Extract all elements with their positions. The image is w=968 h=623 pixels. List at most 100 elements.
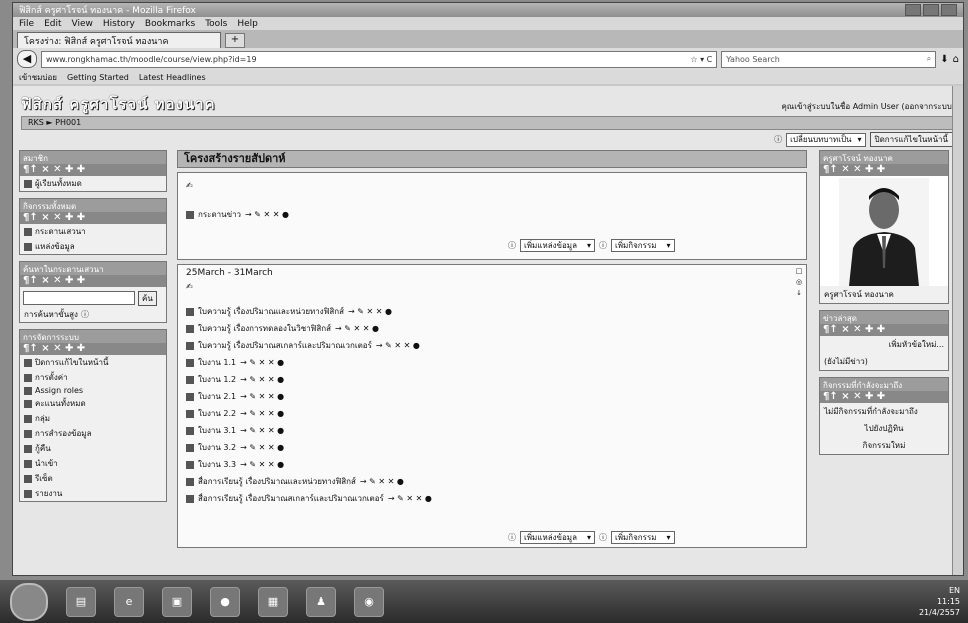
week-summary-edit[interactable]: ✍: [178, 280, 806, 293]
hide-section-icon[interactable]: ◎: [796, 278, 802, 286]
menu-history[interactable]: History: [103, 19, 135, 29]
list-item[interactable]: รีเซ็ต: [20, 471, 166, 486]
list-item-label[interactable]: ใบงาน 1.1: [198, 356, 236, 369]
block-edit-icons[interactable]: ¶↑ × ✕ ✚ ✚: [20, 275, 166, 287]
list-item-label[interactable]: ใบงาน 3.2: [198, 441, 236, 454]
menu-bookmarks[interactable]: Bookmarks: [145, 19, 195, 29]
help-icon[interactable]: ⓘ: [508, 240, 516, 251]
list-item[interactable]: ใบความรู้ เรื่องการทดลองในวิชาฟิสิกส์ → ✎…: [178, 320, 806, 337]
list-item[interactable]: กระดานเสวนา: [20, 224, 166, 239]
list-item-label[interactable]: ใบงาน 2.1: [198, 390, 236, 403]
list-item[interactable]: กระดานข่าว → ✎ ✕ ✕ ●: [178, 206, 806, 223]
home-icon[interactable]: ⌂: [953, 54, 959, 65]
list-item[interactable]: รายงาน: [20, 486, 166, 501]
list-item-label[interactable]: ใบงาน 3.1: [198, 424, 236, 437]
download-icon[interactable]: ⬇: [940, 54, 948, 65]
bookmark-latest-headlines[interactable]: Latest Headlines: [139, 73, 206, 82]
item-actions-icon[interactable]: → ✎ ✕ ✕ ●: [240, 409, 284, 418]
bookmark-most-visited[interactable]: เข้าชมบ่อย: [19, 71, 57, 84]
item-actions-icon[interactable]: → ✎ ✕ ✕ ●: [240, 392, 284, 401]
block-edit-icons[interactable]: ¶↑ × ✕ ✚ ✚: [20, 212, 166, 224]
language-indicator[interactable]: EN: [949, 586, 960, 595]
item-actions-icon[interactable]: → ✎ ✕ ✕ ●: [348, 307, 392, 316]
list-item[interactable]: ใบงาน 1.1 → ✎ ✕ ✕ ●: [178, 354, 806, 371]
item-actions-icon[interactable]: → ✎ ✕ ✕ ●: [335, 324, 379, 333]
list-item-label[interactable]: ใบงาน 1.2: [198, 373, 236, 386]
list-item-label[interactable]: ใบความรู้ เรื่องการทดลองในวิชาฟิสิกส์: [198, 322, 331, 335]
item-actions-icon[interactable]: → ✎ ✕ ✕ ●: [240, 443, 284, 452]
menu-help[interactable]: Help: [237, 19, 258, 29]
list-item-label[interactable]: กระดานข่าว: [198, 208, 241, 221]
new-event-link[interactable]: กิจกรรมใหม่: [820, 437, 948, 454]
list-item-label[interactable]: สื่อการเรียนรู้ เรื่องปริมาณสเกลาร์และปร…: [198, 492, 384, 505]
item-actions-icon[interactable]: → ✎ ✕ ✕ ●: [360, 477, 404, 486]
search-icon[interactable]: ⌕: [927, 54, 931, 64]
list-item[interactable]: ใบงาน 2.1 → ✎ ✕ ✕ ●: [178, 388, 806, 405]
close-button[interactable]: [941, 4, 957, 16]
edit-summary-icon[interactable]: ✍: [186, 181, 193, 190]
menu-tools[interactable]: Tools: [205, 19, 227, 29]
app-icon[interactable]: ▦: [258, 586, 288, 617]
page-scrollbar[interactable]: [952, 86, 963, 575]
role-select[interactable]: เปลี่ยนบทบาทเป็น ▾: [786, 132, 866, 147]
clock-time[interactable]: 11:15: [937, 597, 960, 606]
add-topic-link[interactable]: เพิ่มหัวข้อใหม่...: [820, 336, 948, 353]
bookmark-getting-started[interactable]: Getting Started: [67, 73, 129, 82]
list-item[interactable]: ใบงาน 3.2 → ✎ ✕ ✕ ●: [178, 439, 806, 456]
edit-page-button[interactable]: ปิดการแก้ไขในหน้านี้: [869, 132, 953, 147]
item-actions-icon[interactable]: → ✎ ✕ ✕ ●: [240, 426, 284, 435]
media-icon[interactable]: ▣: [162, 586, 192, 617]
list-item[interactable]: การตั้งค่า: [20, 370, 166, 385]
internet-explorer-icon[interactable]: e: [114, 586, 144, 617]
list-item-label[interactable]: สื่อการเรียนรู้ เรื่องปริมาณและหน่วยทางฟ…: [198, 475, 356, 488]
forum-search-input[interactable]: [23, 291, 135, 305]
list-item-label[interactable]: ใบงาน 2.2: [198, 407, 236, 420]
help-icon[interactable]: ⓘ: [599, 532, 607, 543]
list-item[interactable]: การสำรองข้อมูล: [20, 426, 166, 441]
item-actions-icon[interactable]: → ✎ ✕ ✕ ●: [240, 358, 284, 367]
list-item[interactable]: ใบความรู้ เรื่องปริมาณและหน่วยทางฟิสิกส์…: [178, 303, 806, 320]
add-resource-select[interactable]: เพิ่มแหล่งข้อมูล ▾: [520, 239, 595, 252]
add-resource-select[interactable]: เพิ่มแหล่งข้อมูล ▾: [520, 531, 595, 544]
list-item[interactable]: สื่อการเรียนรู้ เรื่องปริมาณและหน่วยทางฟ…: [178, 473, 806, 490]
help-icon[interactable]: ⓘ: [599, 240, 607, 251]
highlight-icon[interactable]: □: [796, 267, 803, 275]
menu-file[interactable]: File: [19, 19, 34, 29]
url-bar[interactable]: www.rongkhamac.th/moodle/course/view.php…: [41, 50, 718, 68]
help-icon[interactable]: ⓘ: [81, 309, 89, 320]
list-item[interactable]: ใบงาน 3.1 → ✎ ✕ ✕ ●: [178, 422, 806, 439]
block-edit-icons[interactable]: ¶↑ × ✕ ✚ ✚: [20, 164, 166, 176]
menu-view[interactable]: View: [72, 19, 93, 29]
add-activity-select[interactable]: เพิ่มกิจกรรม ▾: [610, 531, 675, 544]
summary-edit[interactable]: ✍: [178, 179, 806, 192]
list-item[interactable]: ใบงาน 1.2 → ✎ ✕ ✕ ●: [178, 371, 806, 388]
menu-edit[interactable]: Edit: [44, 19, 61, 29]
list-item[interactable]: แหล่งข้อมูล: [20, 239, 166, 254]
list-item[interactable]: สื่อการเรียนรู้ เรื่องปริมาณสเกลาร์และปร…: [178, 490, 806, 507]
tab-course[interactable]: โครงร่าง: ฟิสิกส์ ครูศาโรจน์ ทองนาค: [17, 32, 221, 48]
block-edit-icons[interactable]: ¶↑ ✕ ✕ ✚ ✚: [820, 164, 948, 176]
list-item[interactable]: ใบความรู้ เรื่องปริมาณสเกลาร์และปริมาณเว…: [178, 337, 806, 354]
clock-date[interactable]: 21/4/2557: [919, 608, 960, 617]
list-item[interactable]: ใบงาน 3.3 → ✎ ✕ ✕ ●: [178, 456, 806, 473]
item-actions-icon[interactable]: → ✎ ✕ ✕ ●: [245, 210, 289, 219]
item-actions-icon[interactable]: → ✎ ✕ ✕ ●: [388, 494, 432, 503]
list-item-label[interactable]: ใบความรู้ เรื่องปริมาณและหน่วยทางฟิสิกส์: [198, 305, 344, 318]
list-item[interactable]: คะแนนทั้งหมด: [20, 396, 166, 411]
block-edit-icons[interactable]: ¶↑ × ✕ ✚ ✚: [820, 391, 948, 403]
item-actions-icon[interactable]: → ✎ ✕ ✕ ●: [376, 341, 420, 350]
user-icon[interactable]: ♟: [306, 586, 336, 617]
list-item[interactable]: กู้คืน: [20, 441, 166, 456]
item-actions-icon[interactable]: → ✎ ✕ ✕ ●: [240, 460, 284, 469]
list-item[interactable]: กลุ่ม: [20, 411, 166, 426]
edit-summary-icon[interactable]: ✍: [186, 282, 193, 291]
list-item[interactable]: Assign roles: [20, 385, 166, 396]
explorer-icon[interactable]: ▤: [66, 586, 96, 617]
minimize-button[interactable]: [905, 4, 921, 16]
block-edit-icons[interactable]: ¶↑ × ✕ ✚ ✚: [20, 343, 166, 355]
new-tab-button[interactable]: +: [225, 33, 245, 48]
maximize-button[interactable]: [923, 4, 939, 16]
back-arrow-icon[interactable]: ◀: [17, 50, 37, 68]
list-item[interactable]: ใบงาน 2.2 → ✎ ✕ ✕ ●: [178, 405, 806, 422]
block-edit-icons[interactable]: ¶↑ × ✕ ✚ ✚: [820, 324, 948, 336]
